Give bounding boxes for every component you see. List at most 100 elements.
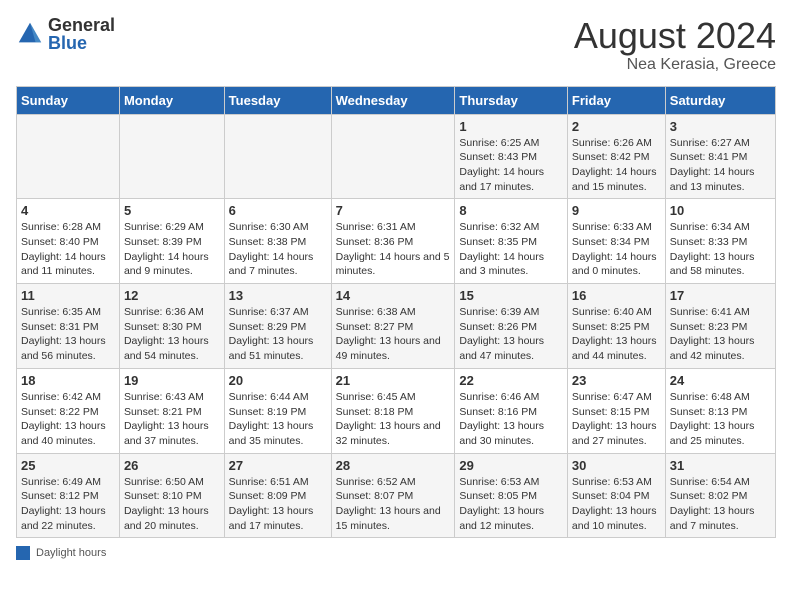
calendar-day-cell xyxy=(224,114,331,199)
calendar-day-cell: 14Sunrise: 6:38 AM Sunset: 8:27 PM Dayli… xyxy=(331,284,455,369)
legend: Daylight hours xyxy=(16,546,776,560)
calendar-day-cell: 23 Sunrise: 6:47 AM Sunset: 8:15 PM Dayli… xyxy=(567,368,665,453)
day-info: Sunrise: 6:48 AM Sunset: 8:13 PM Dayligh… xyxy=(670,390,771,449)
day-info: Sunrise: 6:30 AM Sunset: 8:38 PM Dayligh… xyxy=(229,220,327,279)
calendar-day-cell: 22 Sunrise: 6:46 AM Sunset: 8:16 PM Dayli… xyxy=(455,368,568,453)
calendar-day-cell: 30 Sunrise: 6:53 AM Sunset: 8:04 PM Dayli… xyxy=(567,453,665,538)
day-info: Sunrise: 6:40 AM Sunset: 8:25 PM Dayligh… xyxy=(572,305,661,364)
day-number: 16 xyxy=(572,288,661,303)
calendar-week-row: 11 Sunrise: 6:35 AM Sunset: 8:31 PM Dayli… xyxy=(17,284,776,369)
day-of-week-header: Tuesday xyxy=(224,86,331,114)
day-of-week-header: Thursday xyxy=(455,86,568,114)
day-of-week-header: Saturday xyxy=(665,86,775,114)
calendar-day-cell: 19 Sunrise: 6:43 AM Sunset: 8:21 PM Dayli… xyxy=(119,368,224,453)
calendar-day-cell: 15Sunrise: 6:39 AM Sunset: 8:26 PM Dayli… xyxy=(455,284,568,369)
calendar-day-cell: 17Sunrise: 6:41 AM Sunset: 8:23 PM Dayli… xyxy=(665,284,775,369)
day-number: 11 xyxy=(21,288,115,303)
day-info: Sunrise: 6:41 AM Sunset: 8:23 PM Dayligh… xyxy=(670,305,771,364)
day-number: 18 xyxy=(21,373,115,388)
calendar-day-cell: 2 Sunrise: 6:26 AM Sunset: 8:42 PM Daylig… xyxy=(567,114,665,199)
day-info: Sunrise: 6:33 AM Sunset: 8:34 PM Dayligh… xyxy=(572,220,661,279)
page-header: General Blue August 2024 Nea Kerasia, Gr… xyxy=(16,16,776,74)
calendar-day-cell: 13 Sunrise: 6:37 AM Sunset: 8:29 PM Dayli… xyxy=(224,284,331,369)
day-info: Sunrise: 6:52 AM Sunset: 8:07 PM Dayligh… xyxy=(336,475,451,534)
day-of-week-header: Wednesday xyxy=(331,86,455,114)
day-number: 20 xyxy=(229,373,327,388)
day-number: 8 xyxy=(459,203,563,218)
day-number: 9 xyxy=(572,203,661,218)
day-number: 12 xyxy=(124,288,220,303)
day-info: Sunrise: 6:32 AM Sunset: 8:35 PM Dayligh… xyxy=(459,220,563,279)
calendar-day-cell: 7 Sunrise: 6:31 AM Sunset: 8:36 PM Daylig… xyxy=(331,199,455,284)
calendar-day-cell xyxy=(119,114,224,199)
calendar-header-row: SundayMondayTuesdayWednesdayThursdayFrid… xyxy=(17,86,776,114)
calendar-week-row: 25Sunrise: 6:49 AM Sunset: 8:12 PM Dayli… xyxy=(17,453,776,538)
day-number: 7 xyxy=(336,203,451,218)
calendar-day-cell: 28 Sunrise: 6:52 AM Sunset: 8:07 PM Dayli… xyxy=(331,453,455,538)
day-info: Sunrise: 6:49 AM Sunset: 8:12 PM Dayligh… xyxy=(21,475,115,534)
day-of-week-header: Friday xyxy=(567,86,665,114)
day-info: Sunrise: 6:29 AM Sunset: 8:39 PM Dayligh… xyxy=(124,220,220,279)
day-of-week-header: Monday xyxy=(119,86,224,114)
day-info: Sunrise: 6:28 AM Sunset: 8:40 PM Dayligh… xyxy=(21,220,115,279)
calendar-day-cell: 6 Sunrise: 6:30 AM Sunset: 8:38 PM Daylig… xyxy=(224,199,331,284)
calendar-day-cell: 5 Sunrise: 6:29 AM Sunset: 8:39 PM Daylig… xyxy=(119,199,224,284)
day-number: 31 xyxy=(670,458,771,473)
day-number: 14 xyxy=(336,288,451,303)
day-number: 30 xyxy=(572,458,661,473)
day-number: 4 xyxy=(21,203,115,218)
day-info: Sunrise: 6:53 AM Sunset: 8:05 PM Dayligh… xyxy=(459,475,563,534)
calendar-day-cell: 31 Sunrise: 6:54 AM Sunset: 8:02 PM Dayli… xyxy=(665,453,775,538)
day-number: 10 xyxy=(670,203,771,218)
day-number: 26 xyxy=(124,458,220,473)
day-number: 22 xyxy=(459,373,563,388)
day-info: Sunrise: 6:31 AM Sunset: 8:36 PM Dayligh… xyxy=(336,220,451,279)
day-number: 6 xyxy=(229,203,327,218)
day-info: Sunrise: 6:26 AM Sunset: 8:42 PM Dayligh… xyxy=(572,136,661,195)
calendar-day-cell: 9 Sunrise: 6:33 AM Sunset: 8:34 PM Daylig… xyxy=(567,199,665,284)
calendar-subtitle: Nea Kerasia, Greece xyxy=(574,56,776,74)
calendar-day-cell: 26 Sunrise: 6:50 AM Sunset: 8:10 PM Dayli… xyxy=(119,453,224,538)
day-info: Sunrise: 6:43 AM Sunset: 8:21 PM Dayligh… xyxy=(124,390,220,449)
day-info: Sunrise: 6:46 AM Sunset: 8:16 PM Dayligh… xyxy=(459,390,563,449)
logo-blue-text: Blue xyxy=(48,34,115,52)
day-info: Sunrise: 6:35 AM Sunset: 8:31 PM Dayligh… xyxy=(21,305,115,364)
day-info: Sunrise: 6:45 AM Sunset: 8:18 PM Dayligh… xyxy=(336,390,451,449)
day-number: 24 xyxy=(670,373,771,388)
day-number: 28 xyxy=(336,458,451,473)
calendar-day-cell: 4 Sunrise: 6:28 AM Sunset: 8:40 PM Daylig… xyxy=(17,199,120,284)
day-number: 13 xyxy=(229,288,327,303)
calendar-day-cell: 1Sunrise: 6:25 AM Sunset: 8:43 PM Daylig… xyxy=(455,114,568,199)
calendar-day-cell: 11 Sunrise: 6:35 AM Sunset: 8:31 PM Dayli… xyxy=(17,284,120,369)
logo-icon xyxy=(16,20,44,48)
day-of-week-header: Sunday xyxy=(17,86,120,114)
day-number: 5 xyxy=(124,203,220,218)
day-info: Sunrise: 6:44 AM Sunset: 8:19 PM Dayligh… xyxy=(229,390,327,449)
day-info: Sunrise: 6:54 AM Sunset: 8:02 PM Dayligh… xyxy=(670,475,771,534)
calendar-day-cell: 27Sunrise: 6:51 AM Sunset: 8:09 PM Dayli… xyxy=(224,453,331,538)
day-info: Sunrise: 6:47 AM Sunset: 8:15 PM Dayligh… xyxy=(572,390,661,449)
calendar-day-cell: 3Sunrise: 6:27 AM Sunset: 8:41 PM Daylig… xyxy=(665,114,775,199)
logo: General Blue xyxy=(16,16,115,52)
calendar-day-cell: 25Sunrise: 6:49 AM Sunset: 8:12 PM Dayli… xyxy=(17,453,120,538)
logo-general-text: General xyxy=(48,16,115,34)
day-number: 2 xyxy=(572,119,661,134)
title-block: August 2024 Nea Kerasia, Greece xyxy=(574,16,776,74)
day-info: Sunrise: 6:51 AM Sunset: 8:09 PM Dayligh… xyxy=(229,475,327,534)
calendar-day-cell xyxy=(17,114,120,199)
day-number: 23 xyxy=(572,373,661,388)
calendar-day-cell: 29Sunrise: 6:53 AM Sunset: 8:05 PM Dayli… xyxy=(455,453,568,538)
calendar-day-cell: 16 Sunrise: 6:40 AM Sunset: 8:25 PM Dayli… xyxy=(567,284,665,369)
day-info: Sunrise: 6:42 AM Sunset: 8:22 PM Dayligh… xyxy=(21,390,115,449)
day-info: Sunrise: 6:37 AM Sunset: 8:29 PM Dayligh… xyxy=(229,305,327,364)
day-info: Sunrise: 6:53 AM Sunset: 8:04 PM Dayligh… xyxy=(572,475,661,534)
legend-box xyxy=(16,546,30,560)
calendar-day-cell: 10Sunrise: 6:34 AM Sunset: 8:33 PM Dayli… xyxy=(665,199,775,284)
calendar-week-row: 4 Sunrise: 6:28 AM Sunset: 8:40 PM Daylig… xyxy=(17,199,776,284)
calendar-week-row: 18 Sunrise: 6:42 AM Sunset: 8:22 PM Dayli… xyxy=(17,368,776,453)
calendar-day-cell: 21Sunrise: 6:45 AM Sunset: 8:18 PM Dayli… xyxy=(331,368,455,453)
day-number: 19 xyxy=(124,373,220,388)
calendar-day-cell: 24 Sunrise: 6:48 AM Sunset: 8:13 PM Dayli… xyxy=(665,368,775,453)
day-info: Sunrise: 6:25 AM Sunset: 8:43 PM Dayligh… xyxy=(459,136,563,195)
day-info: Sunrise: 6:50 AM Sunset: 8:10 PM Dayligh… xyxy=(124,475,220,534)
